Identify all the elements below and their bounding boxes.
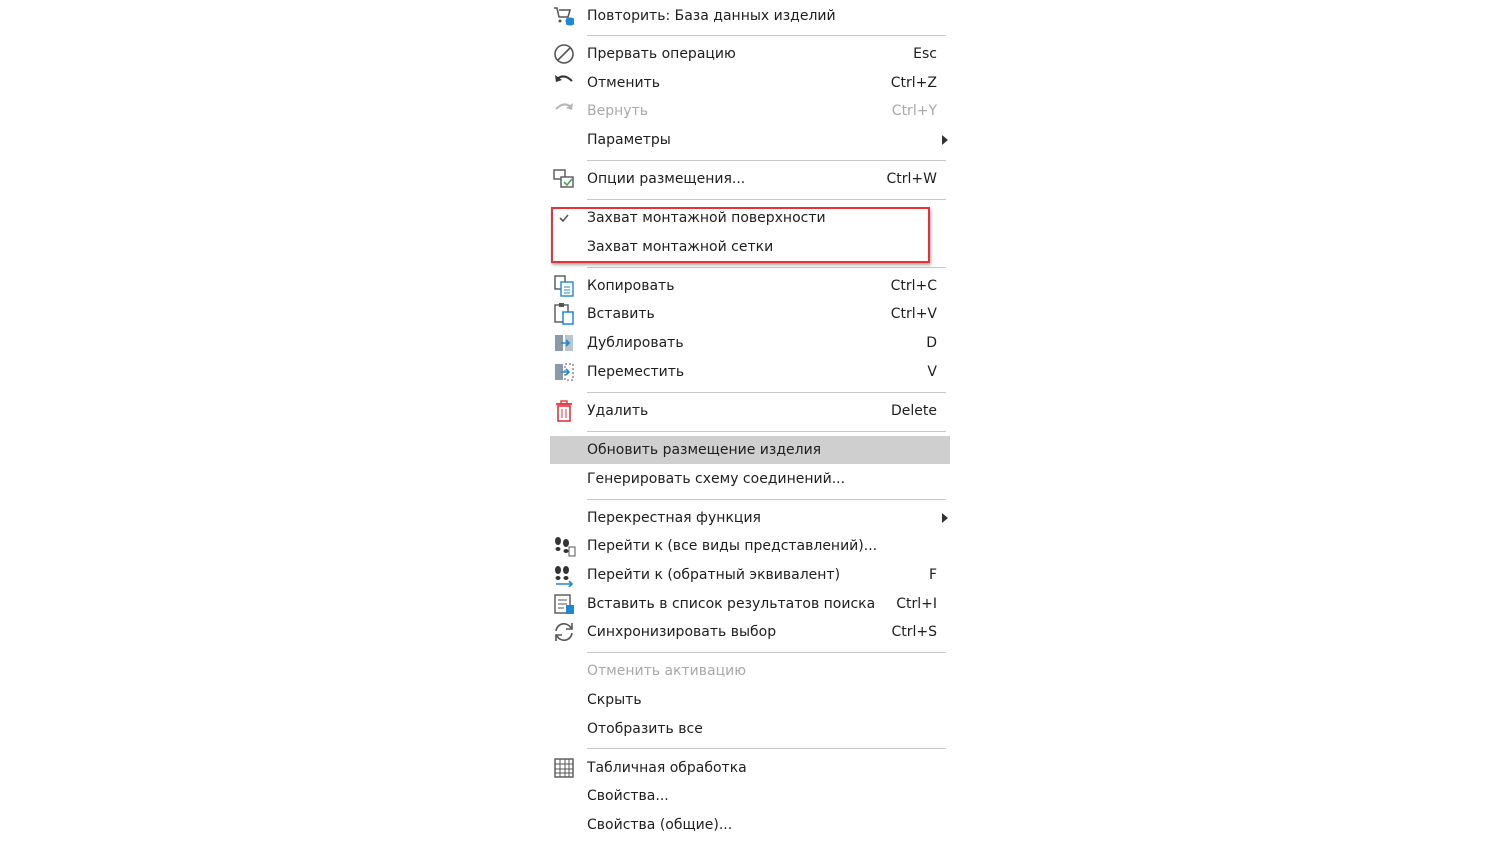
- submenu-arrow-icon: [942, 513, 948, 523]
- menu-separator: [587, 160, 946, 161]
- menu-item-label: Переместить: [587, 364, 685, 380]
- menu-item-undo[interactable]: Отменить Ctrl+Z: [550, 69, 950, 97]
- menu-item-label: Табличная обработка: [587, 760, 747, 776]
- menu-separator: [587, 748, 946, 749]
- menu-item-label: Опции размещения...: [587, 171, 746, 187]
- redo-icon: [552, 99, 576, 123]
- menu-separator: [587, 35, 946, 36]
- menu-item-label: Свойства (общие)...: [587, 817, 733, 833]
- menu-item-cancel-activation: Отменить активацию: [550, 657, 950, 685]
- menu-item-label: Параметры: [587, 132, 671, 148]
- menu-separator: [587, 267, 946, 268]
- shortcut: Ctrl+Y: [891, 103, 937, 119]
- menu-item-label: Перейти к (обратный эквивалент): [587, 567, 841, 583]
- menu-item-abort[interactable]: Прервать операцию Esc: [550, 40, 950, 68]
- menu-item-properties-common[interactable]: Свойства (общие)...: [550, 811, 950, 839]
- search-results-list-icon: [552, 592, 576, 616]
- menu-item-label: Отобразить все: [587, 721, 703, 737]
- table-grid-icon: [552, 756, 576, 780]
- menu-item-placement-options[interactable]: Опции размещения... Ctrl+W: [550, 165, 950, 193]
- menu-separator: [587, 652, 946, 653]
- menu-item-move[interactable]: Переместить V: [550, 358, 950, 386]
- menu-item-delete[interactable]: Удалить Delete: [550, 397, 950, 425]
- shortcut: D: [926, 335, 937, 351]
- menu-item-generate-connection-schema[interactable]: Генерировать схему соединений...: [550, 465, 950, 493]
- annotation-highlight-box: [551, 207, 930, 263]
- menu-item-hide[interactable]: Скрыть: [550, 686, 950, 714]
- menu-item-label: Отменить активацию: [587, 663, 746, 679]
- menu-separator: [587, 499, 946, 500]
- menu-item-sync-selection[interactable]: Синхронизировать выбор Ctrl+S: [550, 618, 950, 646]
- menu-item-label: Вставить: [587, 306, 655, 322]
- menu-item-duplicate[interactable]: Дублировать D: [550, 329, 950, 357]
- menu-item-label: Синхронизировать выбор: [587, 624, 777, 640]
- duplicate-icon: [552, 331, 576, 355]
- menu-item-label: Повторить: База данных изделий: [587, 8, 836, 24]
- shortcut: Ctrl+S: [891, 624, 937, 640]
- menu-separator: [587, 199, 946, 200]
- trash-icon: [552, 399, 576, 423]
- undo-icon: [552, 71, 576, 95]
- cart-database-icon: [552, 4, 576, 28]
- shortcut: Ctrl+C: [890, 278, 937, 294]
- menu-item-label: Дублировать: [587, 335, 684, 351]
- placement-options-icon: [552, 167, 576, 191]
- paste-icon: [552, 302, 576, 326]
- menu-item-label: Свойства...: [587, 788, 669, 804]
- menu-item-label: Прервать операцию: [587, 46, 736, 62]
- menu-item-paste[interactable]: Вставить Ctrl+V: [550, 300, 950, 328]
- shortcut: Ctrl+Z: [890, 75, 937, 91]
- menu-item-label: Обновить размещение изделия: [587, 442, 822, 458]
- menu-item-label: Скрыть: [587, 692, 642, 708]
- shortcut: Ctrl+V: [890, 306, 937, 322]
- submenu-arrow-icon: [942, 135, 948, 145]
- menu-item-cross-function[interactable]: Перекрестная функция: [550, 504, 950, 532]
- menu-item-goto-reverse-equivalent[interactable]: Перейти к (обратный эквивалент) F: [550, 561, 950, 589]
- menu-item-label: Генерировать схему соединений...: [587, 471, 846, 487]
- shortcut: Ctrl+I: [896, 596, 937, 612]
- menu-item-repeat[interactable]: Повторить: База данных изделий: [550, 2, 950, 30]
- context-menu: Повторить: База данных изделий Прервать …: [550, 0, 950, 841]
- menu-item-label: Отменить: [587, 75, 661, 91]
- sync-icon: [552, 620, 576, 644]
- move-icon: [552, 360, 576, 384]
- shortcut: V: [927, 364, 937, 380]
- menu-item-properties[interactable]: Свойства...: [550, 782, 950, 810]
- menu-item-label: Перекрестная функция: [587, 510, 761, 526]
- menu-item-parameters[interactable]: Параметры: [550, 126, 950, 154]
- menu-item-label: Удалить: [587, 403, 649, 419]
- menu-item-insert-search-results[interactable]: Вставить в список результатов поиска Ctr…: [550, 590, 950, 618]
- menu-separator: [587, 431, 946, 432]
- abort-icon: [552, 42, 576, 66]
- shortcut: F: [928, 567, 937, 583]
- menu-item-label: Вернуть: [587, 103, 648, 119]
- menu-item-label: Копировать: [587, 278, 675, 294]
- menu-separator: [587, 392, 946, 393]
- copy-icon: [552, 274, 576, 298]
- shortcut: Esc: [913, 46, 937, 62]
- menu-item-show-all[interactable]: Отобразить все: [550, 715, 950, 743]
- menu-item-label: Перейти к (все виды представлений)...: [587, 538, 878, 554]
- shortcut: Ctrl+W: [886, 171, 937, 187]
- menu-item-label: Вставить в список результатов поиска: [587, 596, 876, 612]
- menu-item-update-placement[interactable]: Обновить размещение изделия: [550, 436, 950, 464]
- footsteps-icon: [552, 534, 576, 558]
- menu-item-goto-all-views[interactable]: Перейти к (все виды представлений)...: [550, 532, 950, 560]
- footsteps-reverse-icon: [552, 563, 576, 587]
- shortcut: Delete: [891, 403, 937, 419]
- menu-item-table-processing[interactable]: Табличная обработка: [550, 754, 950, 782]
- menu-item-copy[interactable]: Копировать Ctrl+C: [550, 272, 950, 300]
- menu-item-redo: Вернуть Ctrl+Y: [550, 97, 950, 125]
